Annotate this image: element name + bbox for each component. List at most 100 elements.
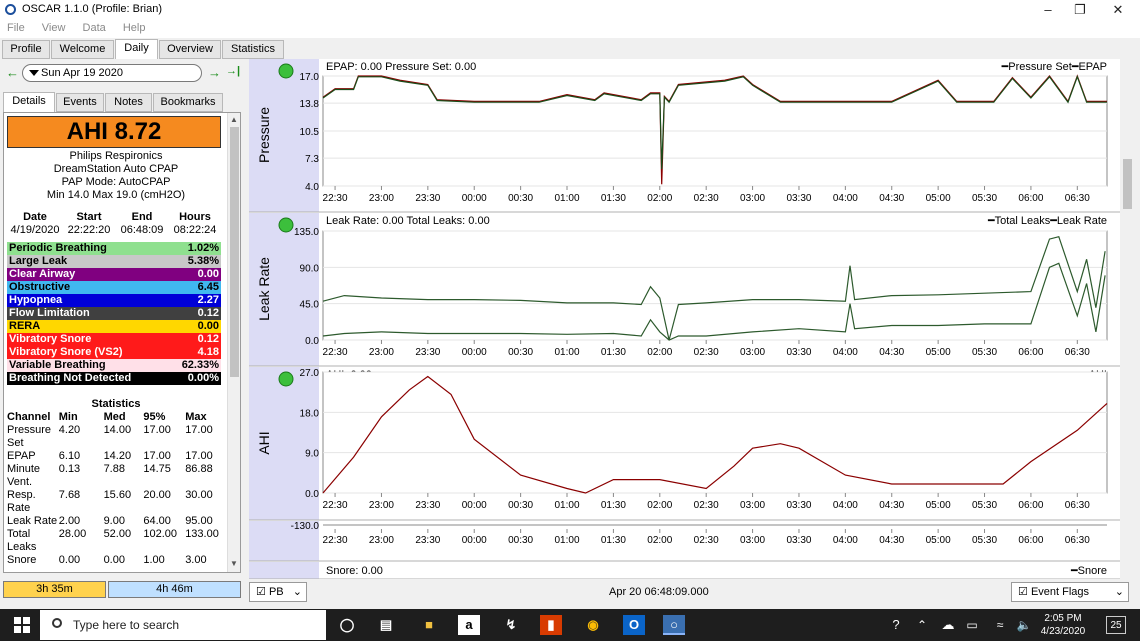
help-icon[interactable]: ? <box>885 609 907 641</box>
stats-cell-channel: Minute Vent. <box>7 463 41 488</box>
lightning-app-icon[interactable]: ↯ <box>500 615 522 635</box>
chevron-up-icon[interactable]: ⌃ <box>912 609 932 641</box>
subtab-details[interactable]: Details <box>3 92 55 112</box>
event-row[interactable]: Periodic Breathing 1.02% <box>7 242 221 255</box>
event-name: RERA <box>9 320 41 332</box>
file-explorer-icon[interactable]: ■ <box>418 615 440 635</box>
x-tick-label: 01:30 <box>601 193 626 204</box>
x-tick-label: 06:00 <box>1018 535 1043 546</box>
event-row[interactable]: Variable Breathing 62.33% <box>7 359 221 372</box>
windows-start-icon[interactable] <box>14 617 30 633</box>
date-value: Sun Apr 19 2020 <box>41 67 123 79</box>
clock[interactable]: 2:05 PM 4/23/2020 <box>1036 609 1090 641</box>
prev-day-arrow-icon[interactable]: ← <box>6 65 19 80</box>
subtab-bookmarks[interactable]: Bookmarks <box>153 93 223 112</box>
close-button[interactable]: ✕ <box>1100 0 1136 20</box>
event-row[interactable]: Hypopnea 2.27 <box>7 294 221 307</box>
chart-legend: ━Pressure Set━EPAP <box>1001 61 1107 73</box>
details-scrollbar[interactable]: ▲ ▼ <box>227 113 240 572</box>
x-tick-label: 00:30 <box>508 193 533 204</box>
stats-cell-p95: 14.75 <box>143 463 171 475</box>
stats-header-max: Max <box>185 411 207 423</box>
x-tick-label: 04:00 <box>833 347 858 358</box>
stats-cell-min: 0.00 <box>58 554 81 566</box>
event-name: Vibratory Snore <box>9 333 92 345</box>
x-tick-label: 05:30 <box>972 500 997 511</box>
last-day-arrow-icon[interactable]: →| <box>226 65 240 77</box>
x-tick-label: 02:30 <box>694 500 719 511</box>
event-row[interactable]: Vibratory Snore (VS2) 4.18 <box>7 346 221 359</box>
scroll-up-icon[interactable]: ▲ <box>230 115 238 124</box>
amazon-icon[interactable]: a <box>458 615 480 635</box>
y-tick-label: 9.0 <box>305 449 319 460</box>
menu-file[interactable]: File <box>0 20 32 34</box>
volume-icon[interactable]: 🔈 <box>1014 609 1034 641</box>
machine-info: Philips Respironics DreamStation Auto CP… <box>7 150 225 202</box>
subtab-events[interactable]: Events <box>56 93 104 112</box>
office-icon[interactable]: ▮ <box>540 615 562 635</box>
stats-cell-p95: 17.00 <box>143 450 171 462</box>
x-tick-label: 06:00 <box>1018 193 1043 204</box>
wifi-icon[interactable]: ≈ <box>990 609 1010 641</box>
event-name: Large Leak <box>9 255 68 267</box>
next-day-arrow-icon[interactable]: → <box>208 65 221 80</box>
event-value: 0.12 <box>197 307 219 319</box>
x-tick-label: 02:30 <box>694 193 719 204</box>
event-row[interactable]: Large Leak 5.38% <box>7 255 221 268</box>
tab-overview[interactable]: Overview <box>159 40 221 59</box>
y-tick-label: 17.0 <box>300 72 320 83</box>
session-header-hours: Hours <box>179 211 211 223</box>
x-tick-label: 06:30 <box>1065 535 1090 546</box>
pb-dropdown[interactable]: ☑ PB ⌄ <box>249 582 307 602</box>
time-bar-2: 4h 46m <box>108 581 241 598</box>
minimize-button[interactable]: – <box>1030 0 1066 20</box>
event-row[interactable]: RERA 0.00 <box>7 320 221 333</box>
oscar-taskbar-icon[interactable]: ○ <box>663 615 685 635</box>
menu-view[interactable]: View <box>35 20 73 34</box>
y-tick-label: 0.0 <box>305 489 319 500</box>
menu-data[interactable]: Data <box>76 20 113 34</box>
y-tick-label: 90.0 <box>300 263 320 274</box>
event-row[interactable]: Obstructive 6.45 <box>7 281 221 294</box>
graph-scrollbar[interactable] <box>1121 59 1134 579</box>
display-icon[interactable]: ▭ <box>962 609 982 641</box>
graph-scrollbar-thumb[interactable] <box>1123 159 1132 209</box>
event-row[interactable]: Breathing Not Detected 0.00% <box>7 372 221 385</box>
task-view-icon[interactable]: ▤ <box>375 615 397 635</box>
plot-frame <box>322 371 1108 494</box>
x-tick-label: 23:00 <box>369 193 394 204</box>
chrome-icon[interactable]: ◉ <box>582 615 604 635</box>
cortana-icon[interactable]: ◯ <box>336 615 358 635</box>
event-flags-dropdown[interactable]: ☑ Event Flags ⌄ <box>1011 582 1129 602</box>
event-name: Vibratory Snore (VS2) <box>9 346 123 358</box>
outlook-icon[interactable]: O <box>623 615 645 635</box>
cloud-icon[interactable]: ☁ <box>938 609 958 641</box>
event-name: Hypopnea <box>9 294 63 306</box>
scroll-down-icon[interactable]: ▼ <box>230 559 238 568</box>
tab-profile[interactable]: Profile <box>2 40 50 59</box>
session-header-end: End <box>131 211 153 223</box>
date-picker[interactable]: Sun Apr 19 2020 <box>22 64 202 82</box>
x-tick-label: 00:30 <box>508 500 533 511</box>
scrollbar-thumb[interactable] <box>230 127 239 377</box>
bottom-bar: ☑ PB ⌄ Apr 20 06:48:09.000 ☑ Event Flags… <box>249 580 1134 604</box>
menu-help[interactable]: Help <box>116 20 153 34</box>
taskbar-search[interactable]: Type here to search <box>40 610 326 640</box>
stats-cell-med: 0.00 <box>103 554 125 566</box>
subtab-notes[interactable]: Notes <box>105 93 152 112</box>
title-bar: OSCAR 1.1.0 (Profile: Brian) – ❐ ✕ <box>0 0 1140 20</box>
maximize-button[interactable]: ❐ <box>1062 0 1098 20</box>
notification-badge[interactable]: 25 <box>1106 616 1126 634</box>
event-row[interactable]: Clear Airway 0.00 <box>7 268 221 281</box>
tab-statistics[interactable]: Statistics <box>222 40 284 59</box>
tab-daily[interactable]: Daily <box>115 39 158 59</box>
x-tick-label: 02:30 <box>694 535 719 546</box>
event-row[interactable]: Flow Limitation 0.12 <box>7 307 221 320</box>
stats-cell-med: 7.88 <box>103 463 125 475</box>
tab-welcome[interactable]: Welcome <box>51 40 114 59</box>
stats-cell-min: 2.00 <box>58 515 81 527</box>
event-row[interactable]: Vibratory Snore 0.12 <box>7 333 221 346</box>
stats-cell-min: 6.10 <box>58 450 81 462</box>
graph-area: Pressure EPAP: 0.00 Pressure Set: 0.00 ━Pr… <box>249 59 1120 580</box>
x-tick-label: 05:00 <box>926 500 951 511</box>
